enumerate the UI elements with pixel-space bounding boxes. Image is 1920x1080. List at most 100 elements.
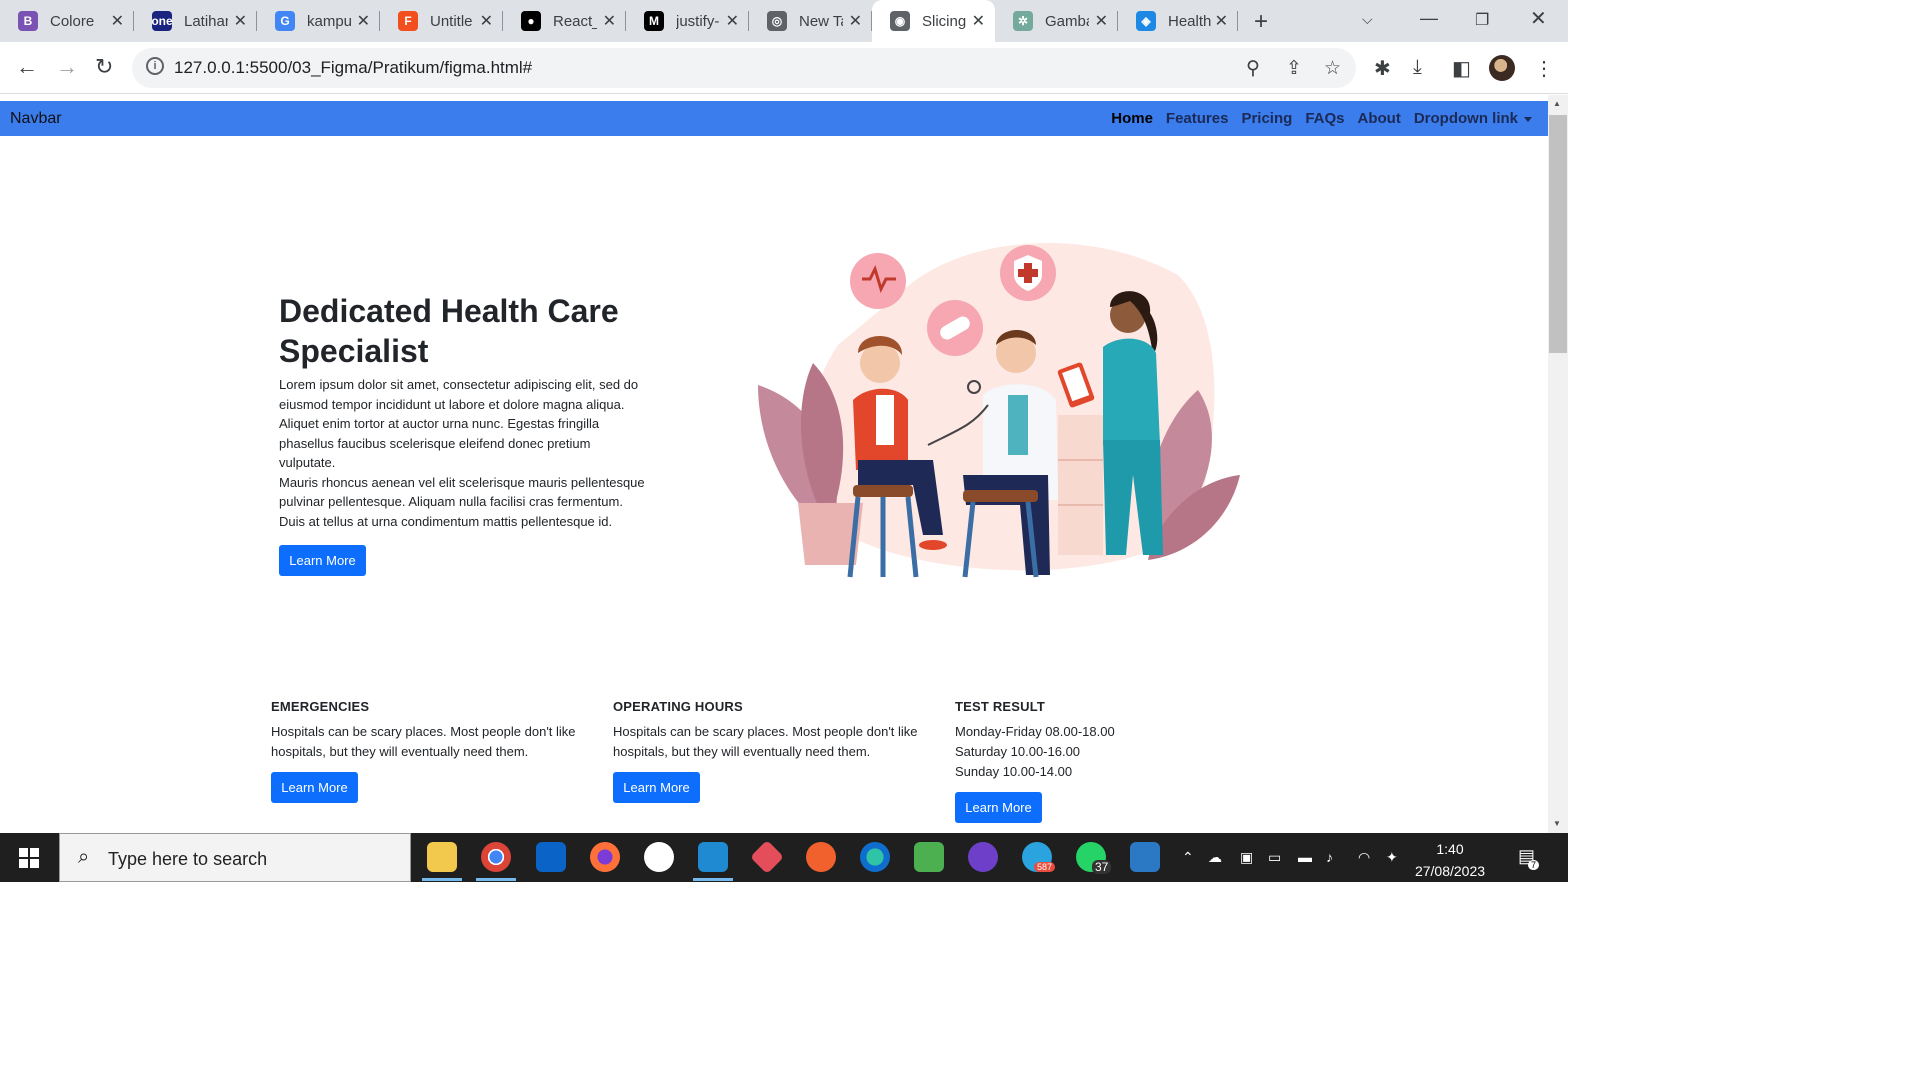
navbar-brand[interactable]: Navbar: [10, 110, 62, 128]
download-icon[interactable]: ⤓: [1413, 56, 1422, 79]
nav-link-faqs[interactable]: FAQs: [1305, 110, 1344, 127]
firefox-icon[interactable]: [590, 842, 620, 872]
nav-link-pricing[interactable]: Pricing: [1241, 110, 1292, 127]
menu-icon[interactable]: ⋮: [1534, 56, 1554, 81]
restore-button[interactable]: ❐: [1475, 10, 1489, 30]
tab-title: Gamba: [1045, 12, 1089, 30]
windows-start-icon[interactable]: [19, 848, 39, 868]
browser-tab[interactable]: F Untitle ✕: [380, 0, 503, 42]
browser-tab[interactable]: Gkampu ✕: [257, 0, 380, 42]
nav-link-about[interactable]: About: [1358, 110, 1401, 127]
zoom-icon[interactable]: ⚲: [1246, 57, 1260, 80]
scroll-up-arrow-icon[interactable]: ▲: [1553, 99, 1561, 108]
close-tab-icon[interactable]: ✕: [972, 11, 985, 31]
tab-search-icon[interactable]: ⌵: [1362, 11, 1373, 28]
github-desktop-icon[interactable]: [968, 842, 998, 872]
meet-icon[interactable]: ▣: [1240, 849, 1253, 866]
test-result-learn-more-button[interactable]: Learn More: [955, 792, 1042, 823]
nodejs-icon[interactable]: [914, 842, 944, 872]
display-icon[interactable]: ▭: [1268, 849, 1281, 866]
nav-dropdown[interactable]: Dropdown link: [1414, 110, 1532, 127]
tab-separator: [379, 11, 380, 31]
navbar-links: Home Features Pricing FAQs About Dropdow…: [1111, 110, 1532, 127]
postman-icon[interactable]: [806, 842, 836, 872]
mail-icon[interactable]: [536, 842, 566, 872]
address-bar[interactable]: i 127.0.0.1:5500/03_Figma/Pratikum/figma…: [132, 48, 1356, 88]
close-tab-icon[interactable]: ✕: [357, 11, 370, 31]
close-tab-icon[interactable]: ✕: [234, 11, 247, 31]
close-tab-icon[interactable]: ✕: [1215, 11, 1228, 31]
figma-icon: F: [398, 11, 418, 31]
nav-link-home[interactable]: Home: [1111, 110, 1153, 127]
globe-icon: ◉: [890, 11, 910, 31]
browser-tab[interactable]: one Latihan ✕: [134, 0, 257, 42]
telegram-badge: 587: [1034, 862, 1056, 872]
bookmark-star-icon[interactable]: ☆: [1324, 57, 1341, 80]
taskbar-clock[interactable]: 1:40 27/08/2023: [1410, 838, 1490, 882]
dropbox-icon[interactable]: ✦: [1386, 849, 1398, 866]
volume-icon[interactable]: ♪: [1326, 849, 1333, 865]
hero-paragraph: Mauris rhoncus aenean vel elit scelerisq…: [279, 474, 645, 529]
close-tab-icon[interactable]: ✕: [480, 11, 493, 31]
reload-button[interactable]: ↻: [95, 54, 113, 80]
taskbar-search-placeholder: Type here to search: [108, 849, 268, 869]
tab-strip: ◈Health✕✲Gamba✕◉Slicing✕◎New Ta✕Mjustify…: [0, 0, 1568, 42]
tab-title: New Ta: [799, 12, 843, 30]
minimize-button[interactable]: —: [1420, 8, 1438, 29]
nav-link-features[interactable]: Features: [1166, 110, 1229, 127]
close-tab-icon[interactable]: ✕: [849, 11, 862, 31]
wifi-icon[interactable]: ◠: [1358, 849, 1370, 866]
active-indicator: [476, 878, 516, 881]
side-panel-icon[interactable]: ◧: [1452, 56, 1471, 81]
photos-icon[interactable]: [1130, 842, 1160, 872]
close-tab-icon[interactable]: ✕: [111, 11, 124, 31]
new-tab-button[interactable]: +: [1254, 8, 1268, 36]
vscode-icon[interactable]: [698, 842, 728, 872]
close-tab-icon[interactable]: ✕: [726, 11, 739, 31]
browser-tab[interactable]: ✲ Gamba ✕: [995, 0, 1118, 42]
forward-button[interactable]: →: [56, 54, 78, 80]
close-tab-icon[interactable]: ✕: [1095, 11, 1108, 31]
scrollbar-thumb[interactable]: [1549, 115, 1567, 353]
close-tab-icon[interactable]: ✕: [603, 11, 616, 31]
git-icon[interactable]: [750, 840, 784, 874]
tab-separator: [625, 11, 626, 31]
word-icon[interactable]: [644, 842, 674, 872]
taskbar-search-box[interactable]: ⌕ Type here to search: [59, 833, 411, 882]
logo-icon: ◈: [1136, 11, 1156, 31]
browser-tab[interactable]: Mjustify- ✕: [626, 0, 749, 42]
one-icon: one: [151, 11, 173, 31]
hero-learn-more-button[interactable]: Learn More: [279, 545, 366, 576]
browser-tab[interactable]: ◈ Health ✕: [1118, 0, 1238, 42]
chatgpt-icon: ✲: [1013, 11, 1033, 31]
tab-title: kampu: [307, 12, 351, 30]
url-text[interactable]: 127.0.0.1:5500/03_Figma/Pratikum/figma.h…: [174, 58, 532, 78]
back-button[interactable]: ←: [16, 54, 38, 80]
tab-title: Health: [1168, 12, 1212, 30]
browser-tab[interactable]: ● React_ ✕: [503, 0, 626, 42]
page-scrollbar[interactable]: ▲ ▼: [1548, 95, 1568, 833]
emergencies-learn-more-button[interactable]: Learn More: [271, 772, 358, 803]
hours-line: Monday-Friday 08.00-18.00: [955, 724, 1115, 739]
browser-tab[interactable]: ◎ New Ta ✕: [749, 0, 872, 42]
file-explorer-icon[interactable]: [427, 842, 457, 872]
onedrive-icon[interactable]: ☁: [1208, 849, 1222, 866]
hero-text: Lorem ipsum dolor sit amet, consectetur …: [279, 375, 649, 531]
feature-test-result: TEST RESULT Monday-Friday 08.00-18.00 Sa…: [955, 699, 1275, 782]
battery-icon[interactable]: ▬: [1298, 849, 1312, 865]
feature-text: Hospitals can be scary places. Most peop…: [613, 724, 918, 759]
operating-hours-learn-more-button[interactable]: Learn More: [613, 772, 700, 803]
extensions-icon[interactable]: ✱: [1374, 56, 1391, 81]
chevron-up-icon[interactable]: ⌃: [1182, 849, 1194, 866]
tab-separator: [1237, 11, 1238, 31]
scroll-down-arrow-icon[interactable]: ▼: [1553, 819, 1561, 828]
chrome-icon[interactable]: [481, 842, 511, 872]
edge-icon[interactable]: [860, 842, 890, 872]
profile-avatar[interactable]: [1489, 55, 1515, 81]
tab-separator: [748, 11, 749, 31]
site-info-icon[interactable]: i: [146, 57, 164, 75]
browser-tab[interactable]: B Colore ✕: [0, 0, 134, 42]
close-window-button[interactable]: ✕: [1530, 6, 1547, 31]
browser-tab[interactable]: ◉ Slicing ✕: [872, 0, 995, 42]
share-icon[interactable]: ⇪: [1286, 57, 1302, 80]
